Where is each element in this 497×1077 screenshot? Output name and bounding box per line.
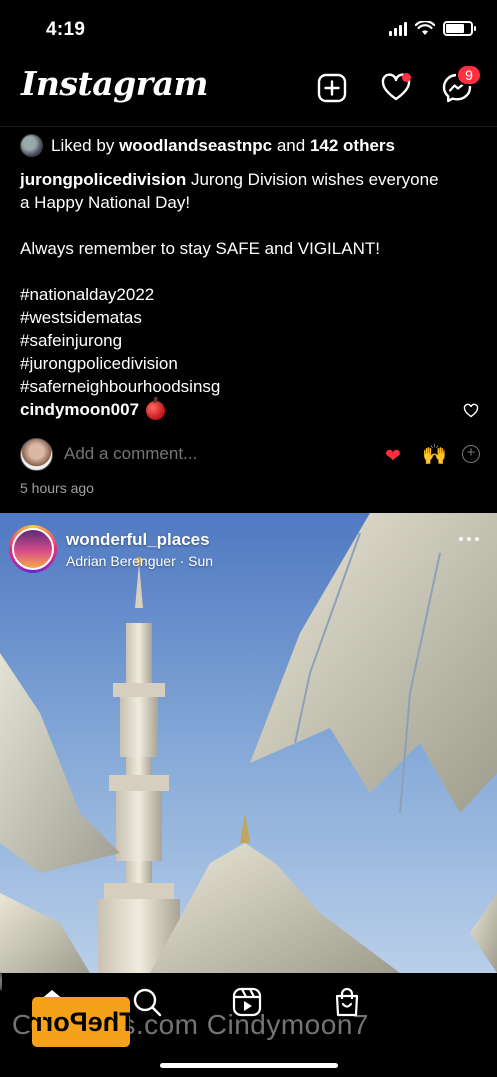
caption-username[interactable]: jurongpolicedivision [20,170,186,189]
story-ring[interactable] [9,525,57,573]
liked-by-text: Liked by woodlandseastnpc and 142 others [51,136,395,156]
hashtag-link[interactable]: #saferneighbourhoodsinsg [20,375,480,398]
caption-text-3: Always remember to stay SAFE and VIGILAN… [20,239,380,258]
divider [0,126,497,127]
post-caption: jurongpolicedivision Jurong Division wis… [20,168,480,398]
instagram-logo[interactable]: Instagram [21,64,208,103]
hashtag-link[interactable]: #westsidematas [20,306,480,329]
add-comment-row: ❤ 🙌 + [20,436,482,472]
caption-text-1: Jurong Division wishes everyone [190,170,439,189]
status-indicators [389,21,476,36]
cellular-signal-icon [389,21,407,36]
post-2-header: wonderful_places Adrian Berenguer · Sun [9,525,213,573]
post-2: wonderful_places Adrian Berenguer · Sun [0,513,497,973]
activity-dot [402,73,411,82]
plus-square-icon[interactable] [316,72,348,104]
liked-user[interactable]: woodlandseastnpc [119,136,272,155]
battery-icon [443,21,476,36]
post-2-avatar [12,528,54,570]
home-indicator[interactable] [160,1063,338,1068]
red-heart-emoji-icon[interactable]: ❤ [385,445,401,468]
post-2-subtitle[interactable]: Adrian Berenguer · Sun [66,553,213,569]
raised-hands-emoji-icon[interactable]: 🙌 [422,442,447,467]
post-image[interactable] [0,513,497,973]
comment-heart-icon[interactable] [463,403,479,418]
comment-preview: cindymoon007 [20,400,480,420]
apple-emoji-icon [146,400,166,420]
status-time: 4:19 [46,19,86,40]
liker-avatar [20,134,43,157]
liked-by-row[interactable]: Liked by woodlandseastnpc and 142 others [20,134,395,157]
caption-text-2: a Happy National Day! [20,193,191,212]
messages-badge: 9 [456,64,482,86]
plus-circle-icon[interactable]: + [462,445,480,463]
liked-and: and [276,135,306,155]
post-2-username[interactable]: wonderful_places [66,530,213,550]
bottom-nav: OnlyFans.com Cindymoon7 ThePorn [0,972,497,1077]
hashtag-link[interactable]: #nationalday2022 [20,283,480,306]
wifi-icon [415,21,435,35]
liked-prefix: Liked by [51,135,115,155]
hashtag-link[interactable]: #safeinjurong [20,329,480,352]
comment-username[interactable]: cindymoon007 [20,400,139,420]
hashtag-link[interactable]: #jurongpolicedivision [20,352,480,375]
add-comment-input[interactable] [64,444,314,464]
liked-others[interactable]: 142 others [310,136,395,155]
more-options-icon[interactable] [459,537,479,541]
watermark-logo: ThePorn [26,997,136,1047]
status-bar: 4:19 [0,0,497,60]
post-timestamp: 5 hours ago [20,480,94,496]
app-header: Instagram 9 [0,60,497,120]
my-avatar [20,437,53,471]
profile-avatar[interactable] [0,972,2,991]
